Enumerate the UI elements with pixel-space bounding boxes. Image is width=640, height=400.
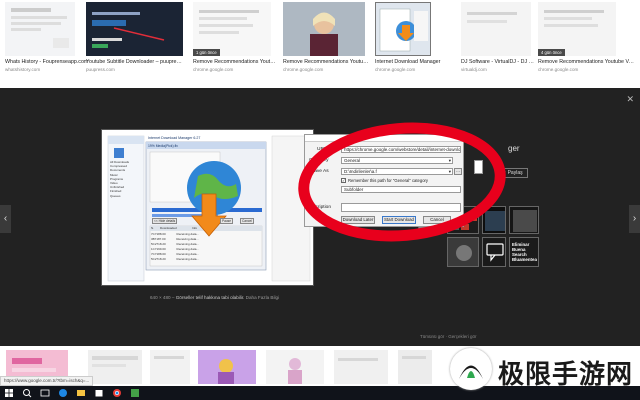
row-size: 5C2718.20	[151, 257, 166, 261]
idm-col-downloaded: Downloaded	[160, 226, 177, 230]
edge-icon[interactable]	[58, 388, 68, 398]
result-caption-6[interactable]: DJ Software - VirtualDJ - DJ PR... virtua…	[461, 59, 535, 72]
image-caption: 640 × 480 – Görseller telif hakkına tabi…	[150, 295, 279, 300]
related-thumb-7[interactable]: Eliminar Buena Search Bluamentea	[509, 237, 539, 267]
related-caption[interactable]: Tümünü gör · Gerçekleri gör	[420, 334, 477, 339]
result-source: chrome.google.com	[538, 67, 579, 72]
result-caption-2[interactable]: Youtube Subtitle Downloader – puupressap…	[86, 59, 184, 72]
top-results-strip: 1 gün önce 4 gün önce Whats History - Fo…	[0, 0, 640, 88]
result-caption-7[interactable]: Remove Recommendations Youtube VA Pa... c…	[538, 59, 634, 72]
result-title[interactable]: Internet Download Manager	[375, 59, 459, 65]
bottom-thumb-7[interactable]	[398, 350, 432, 384]
result-thumb-5-selected[interactable]	[375, 2, 431, 56]
file-explorer-icon[interactable]	[76, 388, 86, 398]
row-status: Receiving data...	[176, 232, 199, 236]
result-title[interactable]: Remove Recommendations Youtube VA...	[193, 59, 277, 65]
row-size: 3B7187.00	[151, 237, 166, 241]
caption-link[interactable]: Daha Fazla Bilgi	[246, 295, 279, 300]
idm-col-n: N.	[151, 226, 154, 230]
previous-image-button[interactable]: ‹	[0, 205, 11, 233]
row-size: 7C7188.00	[151, 252, 166, 256]
related-thumb-6[interactable]	[482, 237, 506, 267]
share-label: Paylaş	[507, 170, 523, 176]
result-title[interactable]: Remove Recommendations Youtube VA Pa...	[538, 59, 634, 65]
table-row: 5C2718.20 Receiving data...	[151, 257, 261, 262]
result-source: virtualdj.com	[461, 67, 487, 72]
idm-download-table: 7C7188.00 Receiving data... 3B7187.00 Re…	[151, 232, 261, 262]
preview-image[interactable]: Internet Download Manager 6.27 19% Media…	[101, 129, 314, 286]
result-caption-4[interactable]: Remove Recommendations Youtube VA... chro…	[283, 59, 369, 72]
related-suffix[interactable]: Gerçekleri gör	[448, 334, 476, 339]
search-icon[interactable]	[22, 388, 32, 398]
related-see-all[interactable]: Tümünü gör	[420, 334, 444, 339]
bottom-thumb-2[interactable]	[88, 350, 142, 384]
result-source: chrome.google.com	[193, 67, 234, 72]
next-image-button[interactable]: ›	[629, 205, 640, 233]
result-source: chrome.google.com	[375, 67, 416, 72]
idm-screenshot-graphic	[102, 130, 313, 285]
caption-text: Görseller telif hakkına tabi olabilir.	[175, 295, 245, 300]
result-thumb-7[interactable]: 4 gün önce	[538, 2, 616, 56]
row-size: 7C7188.00	[151, 232, 166, 236]
related-overlay-line: Buena Search	[512, 247, 527, 257]
idm-progress-title: 19% Media(Pick).flv	[148, 144, 178, 148]
row-size: 5C2718.20	[151, 242, 166, 246]
watermark-logo-icon	[459, 365, 483, 379]
bottom-thumb-4[interactable]	[198, 350, 256, 384]
row-status: Receiving data...	[176, 257, 199, 261]
idm-hide-details-button: << Hide details	[152, 218, 178, 224]
result-thumb-2[interactable]	[86, 2, 183, 56]
chrome-icon[interactable]	[112, 388, 122, 398]
bottom-thumb-3[interactable]	[150, 350, 190, 384]
status-bar-url: https://www.google.com.tr/?tbm=isch&q=..…	[0, 376, 94, 386]
result-source: chrome.google.com	[283, 67, 324, 72]
result-title[interactable]: Youtube Subtitle Downloader – puupressap…	[86, 59, 184, 65]
idm-cancel-button: Cancel	[240, 218, 254, 224]
viewer-title-fragment: ger	[508, 144, 520, 153]
idm-side-item: Queues	[110, 193, 121, 198]
bottom-thumb-6[interactable]	[334, 350, 388, 384]
row-status: Receiving data...	[176, 247, 199, 251]
idm-side-list: All Downloads Compressed Documents Music…	[110, 160, 144, 198]
bottom-thumb-5[interactable]	[266, 350, 324, 384]
result-age-badge: 4 gün önce	[538, 49, 565, 56]
row-status: Receiving data...	[176, 242, 199, 246]
watermark-logo	[450, 348, 492, 390]
idm-pause-button: Pause	[220, 218, 234, 224]
idm-col-info: Info	[192, 226, 198, 230]
result-caption-5[interactable]: Internet Download Manager chrome.google.c…	[375, 59, 459, 72]
result-title[interactable]: Remove Recommendations Youtube VA...	[283, 59, 369, 65]
result-caption-3[interactable]: Remove Recommendations Youtube VA... chro…	[193, 59, 277, 72]
store-icon[interactable]	[94, 388, 104, 398]
row-size: 1C7199.00	[151, 247, 166, 251]
result-thumb-1[interactable]	[5, 2, 75, 56]
result-thumb-3[interactable]: 1 gün önce	[193, 2, 271, 56]
watermark-text: 极限手游网	[498, 360, 634, 390]
result-thumb-4[interactable]	[283, 2, 365, 56]
related-overlay-line: Bluamentea	[512, 257, 537, 262]
app-icon[interactable]	[130, 388, 140, 398]
row-status: Receiving data...	[176, 252, 199, 256]
site-watermark: 极限手游网	[446, 344, 640, 396]
related-thumb-5[interactable]	[447, 237, 479, 267]
related-thumb-4[interactable]	[509, 206, 539, 234]
caption-size: 640 × 480 –	[150, 295, 175, 300]
result-title[interactable]: DJ Software - VirtualDJ - DJ PR...	[461, 59, 535, 65]
result-age-badge: 1 gün önce	[193, 49, 220, 56]
windows-start-icon[interactable]	[4, 388, 14, 398]
task-view-icon[interactable]	[40, 388, 50, 398]
result-thumb-6[interactable]	[461, 2, 531, 56]
result-source: puupress.com	[86, 67, 115, 72]
idm-window-title: Internet Download Manager 6.27	[148, 136, 201, 140]
row-status: Receiving data...	[176, 237, 199, 241]
close-viewer-icon[interactable]: ✕	[626, 94, 634, 105]
